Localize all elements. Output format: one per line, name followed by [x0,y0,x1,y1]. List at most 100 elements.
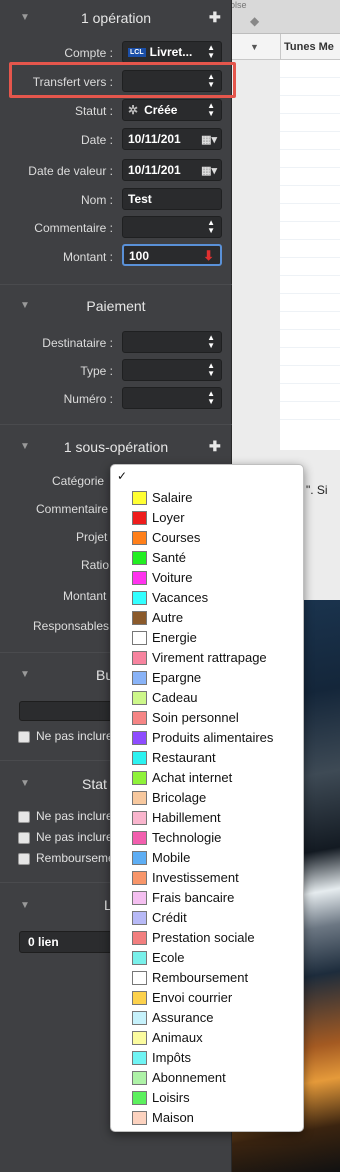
category-menu-item[interactable]: Cadeau [111,688,305,708]
category-label: Santé [152,550,186,565]
category-label: Loyer [152,510,185,525]
color-swatch [132,911,147,925]
background-column-header[interactable]: ▼ Tunes Me [232,34,340,60]
category-menu-item[interactable]: Prestation sociale [111,928,305,948]
category-menu-item[interactable]: Restaurant [111,748,305,768]
stats-checkbox-3[interactable]: Rembourseme [18,851,115,865]
category-menu-item[interactable]: Abonnement [111,1068,305,1088]
category-label: Courses [152,530,201,545]
color-swatch [132,891,147,905]
category-label: Abonnement [152,1070,226,1085]
field-label-date: Date : [80,133,113,147]
account-select[interactable]: LCL Livret... ▲ ▼ [122,41,222,63]
category-label: Maison [152,1110,194,1125]
collapse-triangle-icon[interactable]: ▼ [20,900,30,911]
category-menu-item[interactable]: Courses [111,528,305,548]
add-sub-operation-button[interactable]: ✚ [209,438,221,455]
category-menu-item[interactable]: Vacances [111,588,305,608]
category-label: Epargne [152,670,202,685]
category-menu-item[interactable]: Salaire [111,488,305,508]
updown-icon: ▲ ▼ [207,333,215,350]
calendar-icon[interactable]: ▦▾ [201,164,217,177]
recipient-field[interactable]: ▲ ▼ [122,331,222,353]
amount-value: 100 [129,249,150,263]
stats-checkbox-2[interactable]: Ne pas inclure [18,830,113,844]
category-menu-item[interactable]: Impôts [111,1048,305,1068]
category-menu-item[interactable]: Epargne [111,668,305,688]
color-swatch [132,771,147,785]
category-menu-item[interactable]: Envoi courrier [111,988,305,1008]
transfer-select[interactable]: ▲ ▼ [122,70,222,92]
sous-operation-title: 1 sous-opération [63,439,169,455]
field-label-compte: Compte : [64,46,113,60]
category-menu-item[interactable]: Assurance [111,1008,305,1028]
category-menu-item[interactable]: Bricolage [111,788,305,808]
tag-icon[interactable]: ◆ [250,14,259,28]
field-label-nom: Nom : [80,193,113,207]
category-label: Energie [152,630,197,645]
category-menu-item[interactable]: Achat internet [111,768,305,788]
color-swatch [132,1111,147,1125]
name-field[interactable]: Test [122,188,222,210]
category-menu-item[interactable]: Santé [111,548,305,568]
date-field[interactable]: 10/11/201 ▦▾ [122,128,222,150]
value-date-field[interactable]: 10/11/201 ▦▾ [122,159,222,181]
category-label: Cadeau [152,690,198,705]
color-swatch [132,491,147,505]
column-title: Tunes Me [284,41,334,53]
field-label-commentaire-sub: Commentaire [36,502,109,516]
category-label: Prestation sociale [152,930,255,945]
calendar-icon[interactable]: ▦▾ [201,133,217,146]
category-label: Vacances [152,590,209,605]
payment-type-select[interactable]: ▲ ▼ [122,359,222,381]
category-menu-item[interactable]: Loisirs [111,1088,305,1108]
color-swatch [132,831,147,845]
category-menu-item[interactable]: Virement rattrapage [111,648,305,668]
amount-field[interactable]: 100 ⬇ [122,244,222,266]
color-swatch [132,691,147,705]
category-menu-item[interactable]: Loyer [111,508,305,528]
add-operation-button[interactable]: ✚ [209,9,221,26]
stats-checkbox-1[interactable]: Ne pas inclure [18,809,113,823]
chevron-down-icon: ▼ [250,42,259,52]
category-dropdown-menu[interactable]: ✓ Salaire Loyer Courses Santé Voiture Vacance… [110,464,304,1132]
paiement-title: Paiement [86,298,146,314]
color-swatch [132,731,147,745]
color-swatch [132,791,147,805]
budget-exclude-checkbox[interactable]: Ne pas inclure [18,729,113,743]
category-label: Restaurant [152,750,216,765]
category-menu-item[interactable]: Mobile [111,848,305,868]
category-menu-item[interactable]: Autre [111,608,305,628]
status-select[interactable]: ✲ Créée ▲ ▼ [122,99,222,121]
category-menu-item[interactable]: Remboursement [111,968,305,988]
category-menu-item[interactable]: Maison [111,1108,305,1128]
category-label: Assurance [152,1010,214,1025]
category-menu-item[interactable]: Animaux [111,1028,305,1048]
number-field[interactable]: ▲ ▼ [122,387,222,409]
background-toolbar: olse ◆ [230,0,340,34]
spinner-icon: ✲ [128,103,139,117]
debit-arrow-icon[interactable]: ⬇ [203,248,214,264]
category-menu-item[interactable]: Frais bancaire [111,888,305,908]
collapse-triangle-icon[interactable]: ▼ [20,669,30,680]
comment-field[interactable]: ▲ ▼ [122,216,222,238]
color-swatch [132,991,147,1005]
field-label-date-valeur: Date de valeur : [28,164,113,178]
operation-title: 1 opération [80,10,152,26]
category-menu-item[interactable]: Produits alimentaires [111,728,305,748]
collapse-triangle-icon[interactable]: ▼ [20,778,30,789]
field-label-type: Type : [80,364,113,378]
category-label: Virement rattrapage [152,650,267,665]
category-menu-item[interactable]: Ecole [111,948,305,968]
category-menu-item[interactable]: Habillement [111,808,305,828]
color-swatch [132,711,147,725]
category-menu-item[interactable]: Voiture [111,568,305,588]
category-menu-item[interactable]: Investissement [111,868,305,888]
category-menu-item[interactable]: Soin personnel [111,708,305,728]
category-menu-item[interactable]: Crédit [111,908,305,928]
category-menu-item[interactable]: Energie [111,628,305,648]
field-label-montant-sub: Montant [63,589,107,603]
category-menu-item[interactable]: Technologie [111,828,305,848]
field-label-numero: Numéro : [63,392,113,406]
date-value: 10/11/201 [128,132,181,146]
